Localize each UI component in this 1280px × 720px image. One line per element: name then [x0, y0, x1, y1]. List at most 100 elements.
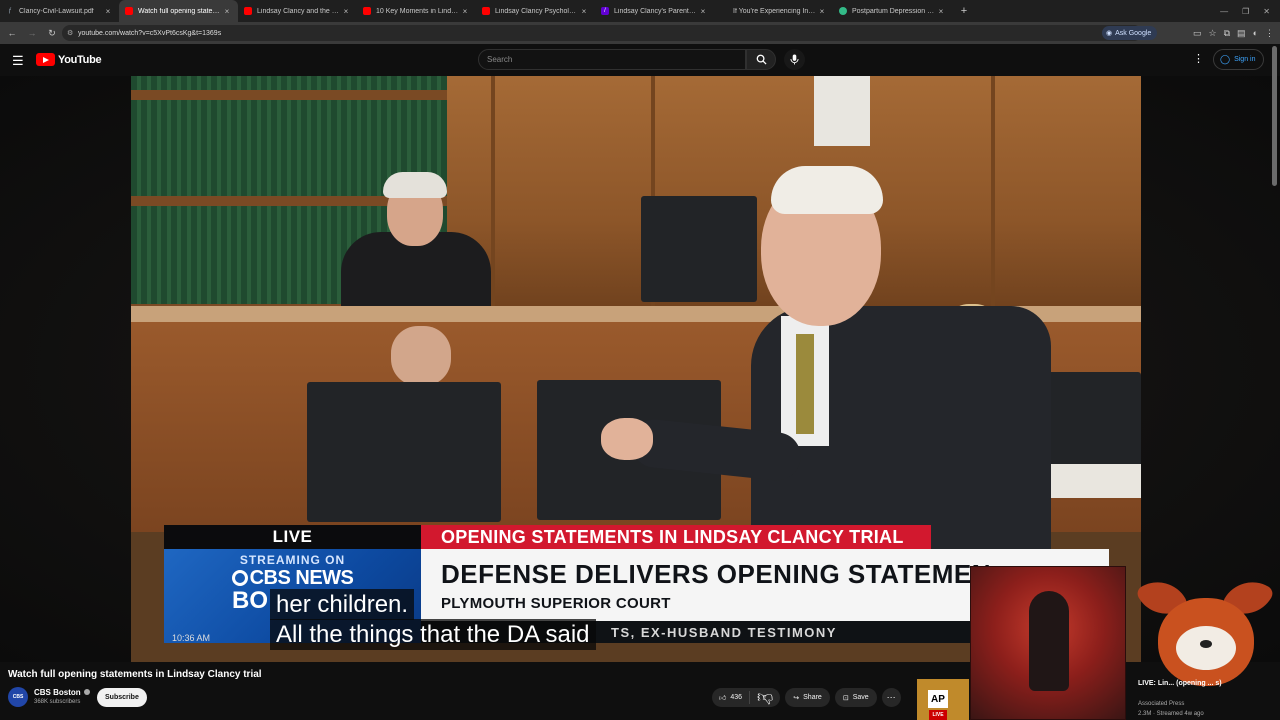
profile-icon[interactable]: ◐: [1253, 28, 1258, 38]
browser-tab[interactable]: Postpartum Depression (PPD) ×: [833, 0, 952, 22]
share-label: Share: [803, 694, 822, 701]
browser-tab[interactable]: Lindsay Clancy and the Evidenc ×: [238, 0, 357, 22]
page-scrollbar[interactable]: [1272, 46, 1277, 186]
extensions-icon[interactable]: ⧉: [1224, 28, 1230, 39]
headline: DEFENSE DELIVERS OPENING STATEMEN: [441, 559, 992, 589]
youtube-play-icon: [36, 53, 55, 66]
toolbar-icons: ▭ ☆ ⧉ ▤ ◐ ⋮: [1193, 25, 1274, 41]
cbs-news-logo: CBS NEWS: [164, 567, 421, 590]
tab-title: Lindsay Clancy and the Evidenc: [257, 7, 341, 15]
window-close-icon[interactable]: ✕: [1263, 7, 1270, 16]
settings-kebab-icon[interactable]: ⋮: [1193, 52, 1204, 65]
channel-name[interactable]: CBS Boston: [34, 688, 90, 697]
youtube-icon: [482, 7, 490, 15]
browser-tab-active[interactable]: Watch full opening statements ×: [119, 0, 238, 22]
restore-icon[interactable]: ❐: [1242, 7, 1249, 16]
browser-tab[interactable]: Lindsay Clancy Psychologist Di ×: [476, 0, 595, 22]
sign-in-label: Sign in: [1234, 56, 1256, 63]
subscribe-button[interactable]: Subscribe: [97, 688, 147, 707]
bookmark-star-icon[interactable]: ☆: [1209, 28, 1217, 39]
voice-search-button[interactable]: [784, 49, 805, 70]
subscriber-count: 368K subscribers: [34, 699, 81, 705]
forward-icon[interactable]: →: [24, 25, 40, 41]
clock-label: 10:36 AM: [172, 633, 211, 643]
search-button[interactable]: [746, 49, 776, 70]
close-icon[interactable]: ×: [698, 7, 708, 16]
minimize-icon[interactable]: —: [1220, 7, 1228, 16]
back-icon[interactable]: ←: [4, 25, 20, 41]
yahoo-icon: /: [601, 7, 609, 15]
verified-icon: [83, 689, 90, 695]
recommendation-title[interactable]: LIVE: Lin... (opening ... s): [1138, 679, 1248, 689]
panda-muzzle: [1176, 626, 1236, 670]
lens-icon: ◉: [1106, 30, 1113, 37]
tab-title: Clancy-Civil-Lawsuit.pdf: [19, 7, 94, 15]
cbs-news-text: CBS NEWS: [249, 567, 354, 589]
sidepanel-icon[interactable]: ▤: [1237, 28, 1246, 39]
tab-title: 10 Key Moments in Lindsay Cl: [376, 7, 460, 15]
browser-tab[interactable]: 10 Key Moments in Lindsay Cl ×: [357, 0, 476, 22]
caption-line: her children.: [270, 589, 415, 620]
city-label: BO: [232, 587, 268, 614]
attorney-hand: [601, 418, 653, 460]
live-badge: LIVE: [929, 710, 947, 720]
cast-icon[interactable]: ▭: [1193, 28, 1202, 39]
url-text: youtube.com/watch?v=c5XvPt6csKg&t=1369s: [78, 29, 222, 37]
attorney-tie: [796, 334, 814, 434]
close-icon[interactable]: ×: [103, 7, 113, 16]
close-icon[interactable]: ×: [460, 7, 470, 16]
channel-avatar[interactable]: CBS: [8, 687, 28, 707]
youtube-icon: [244, 7, 252, 15]
close-icon[interactable]: ×: [341, 7, 351, 16]
recommendation-channel: Associated Press: [1138, 701, 1185, 707]
youtube-icon: [363, 7, 371, 15]
new-tab-icon[interactable]: +: [956, 3, 972, 19]
save-button[interactable]: ⊡ Save: [834, 688, 877, 707]
live-label: LIVE: [164, 525, 421, 549]
dark-figure: [1029, 591, 1069, 691]
close-icon[interactable]: ×: [817, 7, 827, 16]
channel-name-text: CBS Boston: [34, 688, 81, 697]
red-panda-avatar: [1132, 568, 1280, 718]
like-dislike-group: 👍︎ 436 👎︎: [712, 688, 781, 707]
ap-logo: AP: [928, 690, 948, 708]
ask-google-button[interactable]: ◉ Ask Google: [1102, 26, 1158, 40]
close-icon[interactable]: ×: [936, 7, 946, 16]
thumbs-down-icon: 👎︎: [757, 689, 774, 706]
youtube-wordmark: YouTube: [58, 53, 102, 66]
browser-tab[interactable]: / Lindsay Clancy's Parents' $1 M ×: [595, 0, 714, 22]
account-icon: ◯: [1220, 54, 1231, 64]
search-icon: [756, 54, 767, 65]
share-button[interactable]: ↪ Share: [785, 688, 830, 707]
page-icon: [720, 7, 728, 15]
red-banner: OPENING STATEMENTS IN LINDSAY CLANCY TRI…: [421, 525, 931, 549]
pdf-icon: ƒ: [8, 8, 12, 14]
browser-tab-strip: ƒ Clancy-Civil-Lawsuit.pdf × Watch full …: [0, 0, 1280, 22]
youtube-logo[interactable]: YouTube: [36, 53, 102, 66]
more-actions-icon[interactable]: ⋯: [881, 688, 901, 707]
browser-menu-icon[interactable]: ⋮: [1265, 28, 1274, 39]
tab-title: Postpartum Depression (PPD): [852, 7, 936, 15]
clerk: [391, 326, 451, 386]
dislike-button[interactable]: 👎︎: [750, 688, 780, 707]
reload-icon[interactable]: ↻: [44, 25, 60, 41]
streaming-on-label: STREAMING ON: [239, 553, 346, 567]
close-icon[interactable]: ×: [222, 7, 232, 16]
sign-in-button[interactable]: ◯ Sign in: [1213, 49, 1265, 70]
menu-icon[interactable]: ☰: [12, 53, 24, 69]
search-box[interactable]: [478, 49, 746, 70]
search-input[interactable]: [487, 55, 745, 64]
tab-title: Lindsay Clancy Psychologist Di: [495, 7, 579, 15]
browser-tab[interactable]: ƒ Clancy-Civil-Lawsuit.pdf ×: [0, 0, 119, 22]
judge-hair: [383, 172, 447, 198]
tab-title: If You're Experiencing Intrusive: [733, 7, 817, 15]
video-title: Watch full opening statements in Lindsay…: [8, 669, 262, 680]
url-field[interactable]: ⚙ youtube.com/watch?v=c5XvPt6csKg&t=1369…: [62, 25, 1142, 41]
browser-tab[interactable]: If You're Experiencing Intrusive ×: [714, 0, 833, 22]
like-button[interactable]: 👍︎ 436: [712, 691, 751, 704]
panda-nose: [1200, 640, 1212, 648]
close-icon[interactable]: ×: [579, 7, 589, 16]
site-info-icon[interactable]: ⚙: [67, 29, 73, 37]
monitor: [307, 382, 501, 522]
tab-title: Watch full opening statements: [138, 7, 222, 15]
